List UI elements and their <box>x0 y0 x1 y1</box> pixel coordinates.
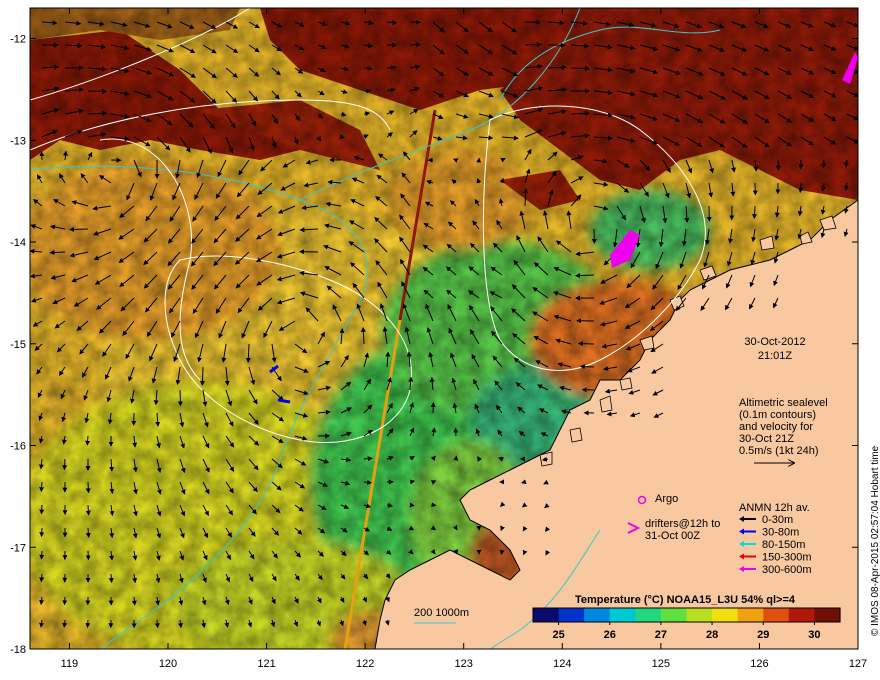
lat-tick-label: -16 <box>10 441 26 453</box>
lon-tick-label: 123 <box>455 658 473 670</box>
colorbar-segment <box>814 608 841 622</box>
anmn-legend-label: 300-600m <box>762 564 812 576</box>
lat-tick-label: -15 <box>10 339 26 351</box>
colorbar-tick-label: 27 <box>655 629 667 641</box>
argo-label: Argo <box>655 493 678 505</box>
lat-tick-label: -14 <box>10 237 26 249</box>
colorbar-segment <box>609 608 636 622</box>
colorbar-segment <box>584 608 611 622</box>
colorbar-segment <box>788 608 816 622</box>
colorbar-segment <box>533 608 560 622</box>
anmn-title: ANMN 12h av. <box>739 502 810 514</box>
altimetry-line-1: Altimetric sealevel <box>739 397 828 409</box>
altimetry-line-4: 30-Oct 21Z <box>739 433 794 445</box>
anmn-30-80m-track-2 <box>277 398 291 404</box>
altimetry-line-2: (0.1m contours) <box>739 409 816 421</box>
colorbar-tick-label: 25 <box>552 629 564 641</box>
anmn-legend-label: 80-150m <box>762 539 805 551</box>
anmn-legend-label: 0-30m <box>762 514 793 526</box>
colorbar-tick-label: 30 <box>808 629 820 641</box>
isobath-label: 200 1000m <box>414 607 469 619</box>
anmn-legend-label: 150-300m <box>762 552 812 564</box>
colorbar-tick-label: 29 <box>757 629 769 641</box>
lat-tick-label: -18 <box>10 644 26 656</box>
lat-tick-label: -17 <box>10 542 26 554</box>
colorbar-segment <box>712 608 739 622</box>
colorbar-segment <box>635 608 662 622</box>
colorbar-segment <box>763 608 790 622</box>
altimetry-line-5: 0.5m/s (1kt 24h) <box>739 445 818 457</box>
drifters-line-1: drifters@12h to <box>645 518 720 530</box>
colorbar-segment <box>737 608 764 622</box>
colorbar-segment <box>686 608 713 622</box>
colorbar-tick-label: 26 <box>604 629 616 641</box>
credit-text: © IMOS 08-Apr-2015 02:57:04 Hobart time <box>870 445 880 636</box>
colorbar-tick-label: 28 <box>706 629 718 641</box>
lon-tick-label: 127 <box>849 658 867 670</box>
colorbar-title: Temperature (°C) NOAA15_L3U 54% ql>=4 <box>575 594 796 606</box>
lon-tick-label: 126 <box>750 658 768 670</box>
anmn-legend-label: 30-80m <box>762 527 799 539</box>
drifters-line-2: 31-Oct 00Z <box>645 530 700 542</box>
lat-tick-label: -12 <box>10 34 26 46</box>
lon-tick-label: 120 <box>159 658 177 670</box>
map-area <box>30 8 858 649</box>
lon-tick-label: 119 <box>61 658 79 670</box>
altimetry-line-3: and velocity for <box>739 421 813 433</box>
date-label: 30-Oct-2012 <box>744 336 805 348</box>
lon-tick-label: 122 <box>356 658 374 670</box>
sst-map-figure: 119 120 121 122 123 124 125 126 127 -12 -13 -14 -15 -… <box>10 7 880 670</box>
lat-tick-label: -13 <box>10 135 26 147</box>
lon-tick-label: 124 <box>553 658 571 670</box>
lon-tick-label: 121 <box>257 658 275 670</box>
lon-tick-label: 125 <box>652 658 670 670</box>
time-label: 21:01Z <box>758 350 793 362</box>
colorbar-segment <box>558 608 585 622</box>
colorbar-segment <box>660 608 688 622</box>
